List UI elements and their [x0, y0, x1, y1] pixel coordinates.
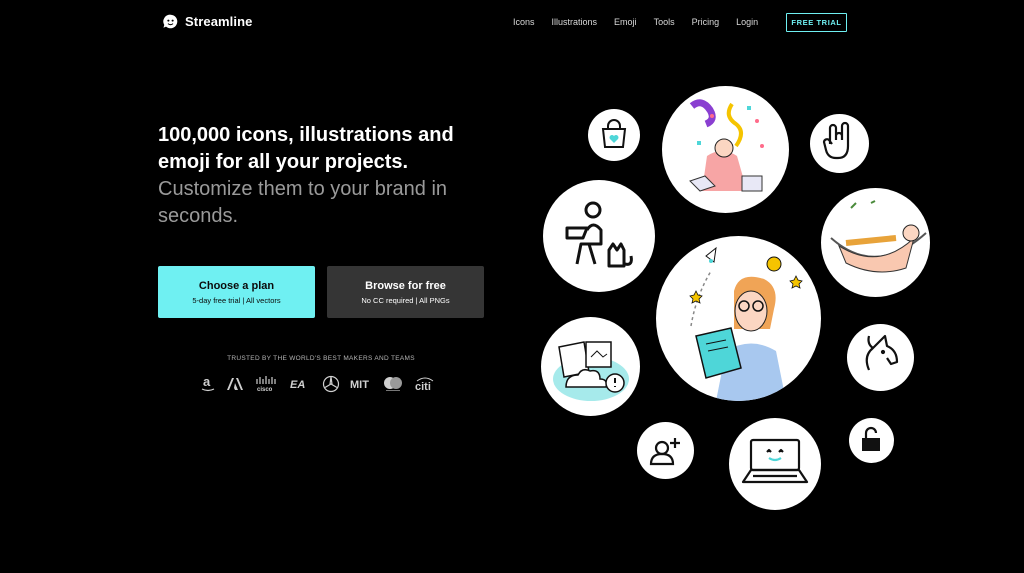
citi-logo: citi: [414, 374, 436, 394]
nav-emoji[interactable]: Emoji: [614, 13, 637, 31]
choose-plan-title: Choose a plan: [198, 279, 275, 292]
mit-wordmark: MIT: [350, 379, 369, 391]
rock-hand-icon: [810, 114, 869, 173]
ea-wordmark: EA: [290, 379, 305, 391]
documents-cloud-illustration: [541, 317, 640, 416]
nav-tools[interactable]: Tools: [654, 13, 675, 31]
amazon-logo: a: [200, 374, 216, 394]
reading-person-illustration: [656, 236, 821, 401]
headline-line-1: 100,000 icons, illustrations and: [158, 124, 454, 146]
browse-free-button[interactable]: Browse for free No CC required | All PNG…: [327, 266, 484, 318]
free-trial-button[interactable]: FREE TRIAL: [786, 13, 847, 32]
hero-headline: 100,000 icons, illustrations and emoji f…: [158, 122, 498, 230]
trusted-by-label: TRUSTED BY THE WORLD'S BEST MAKERS AND T…: [227, 355, 415, 362]
unicorn-icon: [847, 324, 914, 391]
cisco-logo: cisco: [254, 374, 280, 394]
logo-chat-icon: [163, 14, 178, 29]
nav-pricing[interactable]: Pricing: [692, 13, 720, 31]
mastercard-logo: [382, 374, 404, 394]
hammock-illustration: [821, 188, 930, 297]
party-illustration: [662, 86, 789, 213]
citi-wordmark: citi: [415, 381, 431, 392]
browse-free-subtitle: No CC required | All PNGs: [361, 295, 450, 305]
add-user-icon: [637, 422, 694, 479]
mit-logo: MIT: [350, 374, 372, 394]
browse-free-title: Browse for free: [365, 279, 446, 292]
adobe-logo: [226, 374, 244, 394]
laptop-icon: [729, 418, 821, 510]
nav-icons[interactable]: Icons: [513, 13, 535, 31]
remote-work-icon: [543, 180, 655, 292]
ea-logo: EA: [290, 374, 312, 394]
choose-plan-button[interactable]: Choose a plan 5-day free trial | All vec…: [158, 266, 315, 318]
nav-illustrations[interactable]: Illustrations: [552, 13, 598, 31]
streamline-logo[interactable]: Streamline: [162, 13, 252, 30]
cisco-wordmark: cisco: [257, 387, 273, 393]
choose-plan-subtitle: 5-day free trial | All vectors: [192, 295, 281, 305]
main-nav: Icons Illustrations Emoji Tools Pricing …: [513, 13, 775, 31]
unlock-icon: [849, 418, 894, 463]
nav-login[interactable]: Login: [736, 13, 758, 31]
shopping-bag-icon: [588, 109, 640, 161]
svg-text:a: a: [203, 375, 211, 389]
headline-line-2: emoji for all your projects.: [158, 151, 409, 173]
brand-logos: a cisco EA MIT citi: [200, 374, 436, 394]
brand-name: Streamline: [185, 14, 253, 29]
hero-subline: Customize them to your brand in seconds.: [158, 178, 448, 227]
mercedes-logo: [322, 374, 340, 394]
